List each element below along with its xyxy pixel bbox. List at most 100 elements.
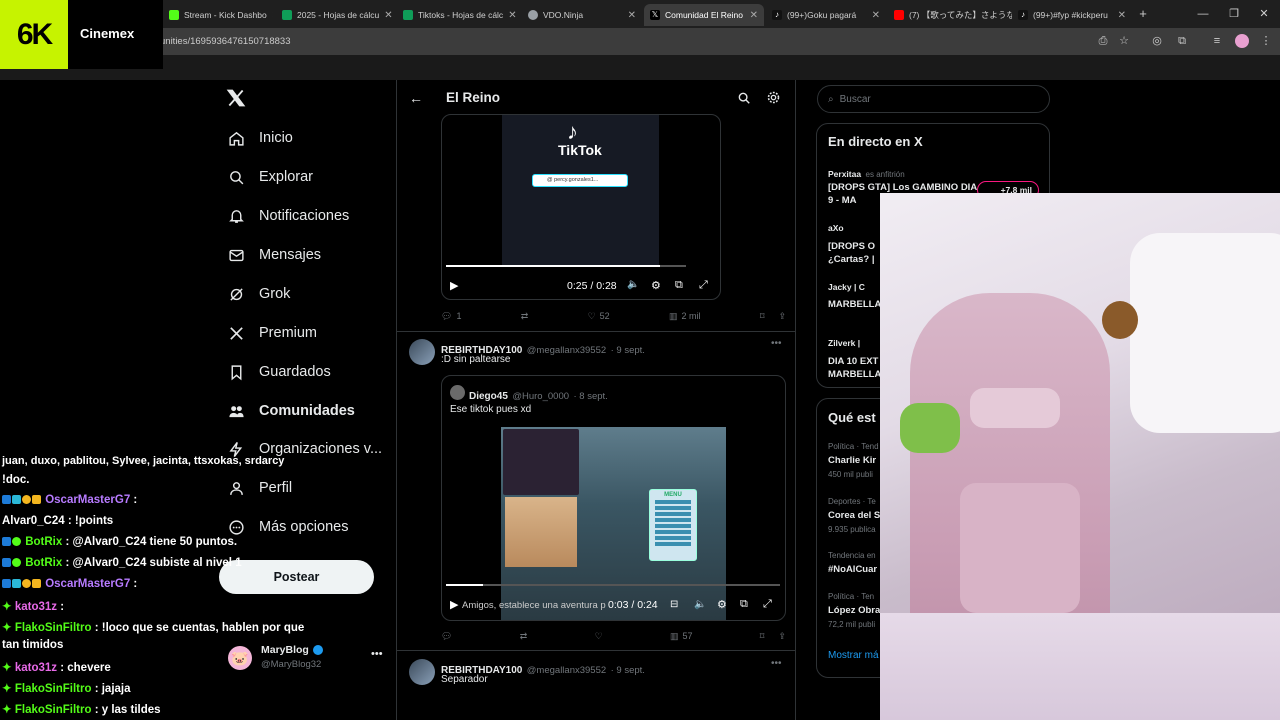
trend-name[interactable]: Corea del S — [828, 510, 880, 521]
repost-icon[interactable]: ⇄ — [521, 311, 529, 322]
live-host[interactable]: aXo — [828, 223, 844, 233]
share-icon[interactable]: ⇪ — [778, 311, 786, 322]
close-window-icon[interactable]: ✕ — [1257, 7, 1271, 21]
views-button[interactable]: ▥ 57 — [670, 631, 693, 642]
trend-name[interactable]: #NoAlCuar — [828, 564, 877, 575]
video-progress-track[interactable] — [446, 265, 686, 267]
live-title[interactable]: MARBELLA — [828, 299, 881, 310]
views-button[interactable]: ▥ 2 mil — [669, 311, 701, 322]
author-handle[interactable]: @megallanx39552 — [527, 345, 606, 356]
quoted-post[interactable]: Diego45 @Huro_0000 · 8 sept. Ese tiktok … — [441, 375, 786, 621]
live-title[interactable]: DIA 10 EXT MARBELLA — [828, 355, 884, 381]
close-tab-icon[interactable]: ✕ — [872, 10, 880, 21]
post-date[interactable]: · 9 sept. — [611, 665, 645, 676]
more-icon[interactable]: ••• — [771, 338, 782, 349]
nav-item-guardados[interactable]: Guardados — [228, 359, 331, 385]
nav-item-inicio[interactable]: Inicio — [228, 125, 293, 151]
browser-tab[interactable]: ♪ (99+)Goku pagará ✕ — [766, 4, 886, 26]
menu-icon[interactable]: ⋮ — [1259, 34, 1273, 48]
more-icon[interactable]: ••• — [771, 658, 782, 669]
live-host[interactable]: Perxitaa es anfitrión — [828, 164, 905, 182]
account-switcher[interactable]: 🐷 MaryBlog @MaryBlog32 ••• — [228, 644, 388, 674]
reply-icon[interactable]: 💬︎ — [441, 631, 452, 642]
browser-tab[interactable]: VDO.Ninja ✕ — [522, 4, 642, 26]
live-title[interactable]: [DROPS O ¿Cartas? | — [828, 240, 878, 266]
avatar[interactable] — [409, 339, 435, 365]
star-icon[interactable]: ☆ — [1117, 34, 1131, 48]
author-handle[interactable]: @megallanx39552 — [527, 665, 606, 676]
heart-icon[interactable]: ♡ — [595, 631, 603, 642]
close-tab-icon[interactable]: ✕ — [750, 10, 758, 21]
captions-icon[interactable]: ⊟ — [670, 599, 678, 610]
live-host[interactable]: Zilverk | — [828, 338, 860, 348]
nav-item-premium[interactable]: Premium — [228, 320, 317, 346]
close-tab-icon[interactable]: ✕ — [384, 10, 392, 21]
nav-item-perfil[interactable]: Perfil — [228, 475, 292, 501]
browser-tab[interactable]: 2025 - Hojas de cálcu ✕ — [276, 4, 394, 26]
nav-item-comunidades[interactable]: Comunidades — [228, 398, 355, 424]
new-tab-icon[interactable]: + — [1136, 7, 1150, 21]
extension-icon[interactable]: ◎ — [1150, 34, 1164, 48]
volume-icon[interactable]: 🔈 — [627, 279, 639, 290]
video-player[interactable]: ♪ TikTok @ percy.gonzales1... ▶ 0:25 / 0… — [441, 114, 721, 300]
avatar[interactable] — [409, 659, 435, 685]
gear-icon[interactable] — [766, 90, 781, 105]
x-logo-icon: 𝕏 — [650, 10, 660, 20]
pip-icon[interactable]: ⧉ — [740, 598, 748, 611]
page-top-strip — [0, 55, 1280, 80]
share-icon[interactable]: ⇪ — [778, 631, 786, 642]
browser-tab[interactable]: Stream - Kick Dashbo✕ — [163, 4, 273, 26]
bed-pillow — [1130, 233, 1280, 433]
trend-name[interactable]: Charlie Kir — [828, 455, 876, 466]
maximize-icon[interactable]: ❐ — [1227, 7, 1241, 21]
close-tab-icon[interactable]: ✕ — [272, 10, 273, 21]
close-tab-icon[interactable]: ✕ — [508, 10, 516, 21]
avatar[interactable] — [1235, 34, 1249, 48]
minimize-icon[interactable]: — — [1196, 7, 1210, 21]
video-frame[interactable]: MENU — [501, 427, 726, 620]
close-tab-icon[interactable]: ✕ — [628, 10, 636, 21]
volume-icon[interactable]: 🔈 — [694, 599, 706, 610]
x-logo-icon[interactable] — [226, 88, 246, 108]
settings-icon[interactable]: ⚙ — [717, 598, 727, 611]
settings-icon[interactable]: ⚙ — [651, 279, 661, 292]
browser-tab[interactable]: Tiktoks - Hojas de cálc ✕ — [397, 4, 519, 26]
search-input[interactable]: ⌕ Buscar — [817, 85, 1050, 113]
post-button[interactable]: Postear — [219, 560, 374, 594]
chat-message: OscarMasterG7 : — [2, 494, 137, 506]
install-icon[interactable]: ⎙ — [1096, 34, 1110, 48]
video-progress-track[interactable] — [446, 584, 780, 586]
nav-item-grok[interactable]: Grok — [228, 281, 290, 307]
fullscreen-icon[interactable]: ⤢ — [763, 598, 772, 611]
play-icon[interactable]: ▶ — [450, 279, 458, 292]
bookmark-icon[interactable]: ⌑ — [760, 631, 765, 642]
fullscreen-icon[interactable]: ⤢ — [699, 279, 708, 292]
reply-button[interactable]: 💬︎ 1 — [441, 311, 461, 322]
like-button[interactable]: ♡ 52 — [588, 311, 610, 322]
bookmark-icon[interactable]: ⌑ — [760, 311, 765, 322]
video-frame — [502, 115, 659, 265]
trend-name[interactable]: López Obra — [828, 605, 880, 616]
nav-item-notificaciones[interactable]: Notificaciones — [228, 203, 349, 229]
nav-item-mensajes[interactable]: Mensajes — [228, 242, 321, 268]
play-icon[interactable]: ▶ — [450, 598, 458, 611]
url-field[interactable]: unities/1695936476150718833 — [160, 36, 291, 47]
nav-item-mas-opciones[interactable]: Más opciones — [228, 514, 348, 540]
search-icon[interactable] — [737, 91, 751, 105]
post-date[interactable]: · 9 sept. — [611, 345, 645, 356]
browser-tab[interactable]: (7) 【歌ってみた】さようなら — [888, 4, 1012, 26]
quoted-author-name: Diego45 — [469, 391, 508, 402]
nav-item-explorar[interactable]: Explorar — [228, 164, 313, 190]
close-tab-icon[interactable]: ✕ — [1118, 10, 1126, 21]
puzzle-icon[interactable]: ⧉ — [1175, 34, 1189, 48]
repost-icon[interactable]: ⇄ — [520, 631, 528, 642]
live-host[interactable]: Jacky | C — [828, 282, 865, 292]
browser-tab[interactable]: ♪ (99+)#fyp #kickperu ✕ — [1012, 4, 1132, 26]
pip-icon[interactable]: ⧉ — [675, 279, 683, 292]
quoted-date: · 8 sept. — [573, 391, 608, 402]
show-more-link[interactable]: Mostrar má — [828, 650, 879, 661]
more-icon[interactable]: ••• — [371, 648, 383, 660]
back-arrow-icon[interactable]: ← — [409, 90, 423, 106]
browser-tab-active[interactable]: 𝕏 Comunidad El Reino ✕ — [644, 4, 764, 26]
media-icon[interactable]: ≡ — [1210, 34, 1224, 48]
